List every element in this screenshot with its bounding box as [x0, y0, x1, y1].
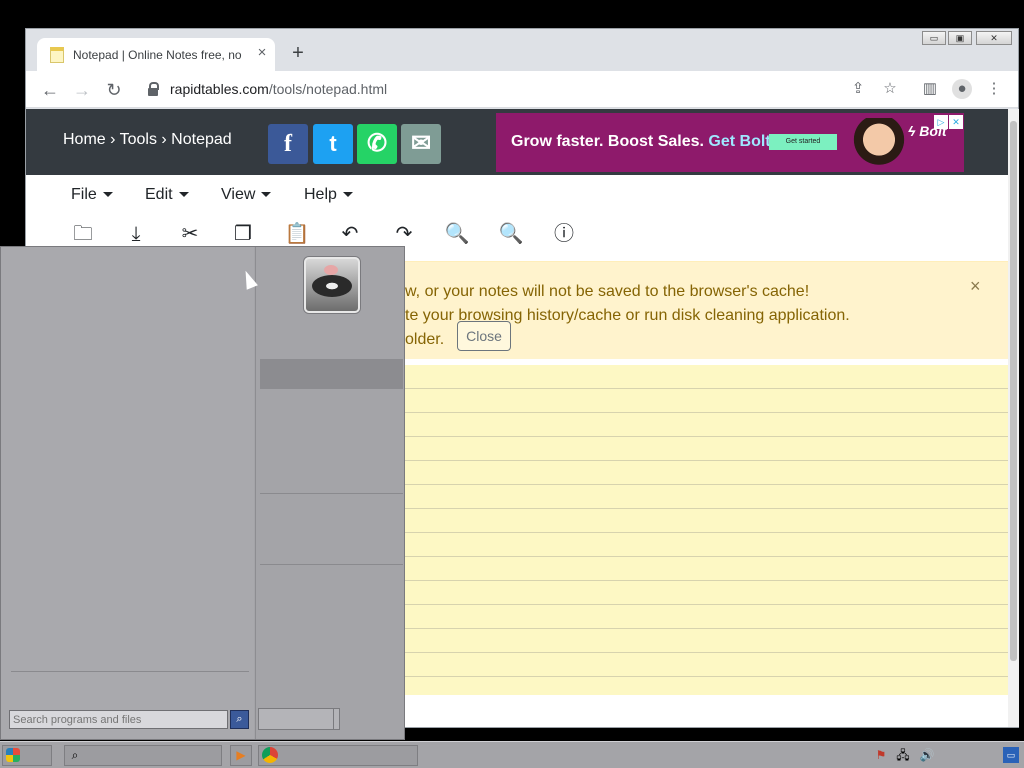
caret-down-icon — [342, 192, 353, 198]
menu-view[interactable]: View — [221, 186, 272, 204]
ad-cta-button[interactable]: Get started — [769, 134, 837, 150]
ad-choices-icon[interactable]: ▷ — [934, 115, 948, 129]
volume-icon[interactable]: 🔊 — [919, 747, 935, 763]
whatsapp-share-icon[interactable]: ✆ — [357, 124, 397, 164]
download-icon[interactable]: ⤓ — [123, 221, 149, 247]
taskbar-search-button[interactable]: ⌕ — [64, 745, 222, 766]
ad-person-image — [853, 118, 905, 172]
alert-line-3: older. — [405, 331, 445, 348]
desktop: Notepad | Online Notes free, no login × … — [0, 0, 1024, 768]
tab-strip: Notepad | Online Notes free, no login × … — [26, 29, 1018, 71]
profile-avatar-icon[interactable]: ● — [952, 79, 972, 99]
alert-dismiss-icon[interactable]: × — [970, 276, 981, 297]
menu-bar: File Edit View Help — [26, 175, 1008, 215]
start-search-box[interactable] — [9, 710, 228, 729]
show-desktop-icon[interactable]: ▭ — [1003, 747, 1019, 763]
windows-logo-icon — [6, 748, 20, 762]
start-search-input[interactable] — [13, 712, 223, 727]
lock-icon — [148, 82, 159, 96]
minimize-button[interactable]: ▭ — [922, 31, 946, 45]
ad-close-icon[interactable]: ✕ — [949, 115, 963, 129]
bookmark-star-icon[interactable]: ☆ — [880, 79, 900, 99]
menu-edit[interactable]: Edit — [145, 186, 189, 204]
start-menu-programs-pane — [1, 247, 254, 739]
back-icon[interactable]: ← — [38, 78, 62, 102]
alert-line-1: w, or your notes will not be saved to th… — [405, 283, 810, 300]
twitter-share-icon[interactable]: t — [313, 124, 353, 164]
notepad-favicon-icon — [50, 47, 64, 63]
zoom-in-icon[interactable]: 🔍 — [498, 221, 524, 247]
media-player-button[interactable]: ▶ — [230, 745, 252, 766]
start-menu-links-pane — [255, 247, 404, 739]
start-menu: ⌕ — [0, 246, 405, 740]
network-icon[interactable]: 🖧 — [895, 747, 911, 763]
forward-icon[interactable]: → — [70, 78, 94, 102]
action-center-flag-icon[interactable]: ⚑ — [873, 747, 889, 763]
scrollbar-thumb[interactable] — [1010, 121, 1017, 661]
alert-close-button[interactable]: Close — [457, 321, 511, 351]
side-panel-icon[interactable]: ▥ — [920, 79, 940, 99]
taskbar: ⌕ ▶ ⚑ 🖧 🔊 ▭ — [0, 741, 1024, 768]
start-menu-item-highlighted[interactable] — [260, 359, 403, 389]
menu-help[interactable]: Help — [304, 186, 353, 204]
breadcrumb[interactable]: Home › Tools › Notepad — [63, 131, 232, 149]
menu-file[interactable]: File — [71, 186, 113, 204]
redo-icon[interactable]: ↷ — [391, 221, 417, 247]
start-menu-separator — [260, 564, 403, 565]
url-text: rapidtables.com/tools/notepad.html — [170, 81, 388, 97]
shutdown-options-arrow[interactable] — [333, 709, 339, 729]
start-menu-separator — [260, 493, 403, 494]
advertisement-banner[interactable]: Grow faster. Boost Sales. Get Bolt. Get … — [496, 113, 964, 172]
new-tab-button[interactable]: + — [288, 43, 308, 63]
caret-down-icon — [261, 192, 272, 198]
share-icon[interactable]: ⇪ — [848, 79, 868, 99]
reload-icon[interactable]: ↻ — [102, 78, 126, 102]
tab-close-icon[interactable]: × — [253, 44, 271, 62]
copy-icon[interactable]: ❐ — [230, 221, 256, 247]
shutdown-button[interactable] — [258, 708, 340, 730]
start-button[interactable] — [2, 745, 52, 766]
page-scrollbar[interactable] — [1008, 109, 1019, 727]
email-share-icon[interactable]: ✉ — [401, 124, 441, 164]
undo-icon[interactable]: ↶ — [337, 221, 363, 247]
chrome-taskbar-button[interactable] — [258, 745, 418, 766]
search-icon[interactable]: ⌕ — [230, 710, 249, 729]
browser-toolbar: ← → ↻ rapidtables.com/tools/notepad.html… — [26, 71, 1018, 108]
caret-down-icon — [102, 192, 113, 198]
maximize-button[interactable]: ▣ — [948, 31, 972, 45]
ad-text: Grow faster. Boost Sales. Get Bolt. — [511, 133, 776, 150]
more-menu-icon[interactable]: ⋮ — [984, 79, 1004, 99]
cut-icon[interactable]: ✂ — [177, 221, 203, 247]
start-menu-separator — [11, 671, 249, 672]
paste-icon[interactable]: 📋 — [284, 221, 310, 247]
chrome-icon — [262, 747, 278, 763]
open-folder-icon[interactable]: 🗀 — [70, 221, 96, 247]
caret-down-icon — [178, 192, 189, 198]
facebook-share-icon[interactable]: f — [268, 124, 308, 164]
address-bar[interactable]: rapidtables.com/tools/notepad.html — [138, 75, 906, 104]
tab-notepad[interactable]: Notepad | Online Notes free, no login × — [37, 38, 275, 71]
tab-title: Notepad | Online Notes free, no login — [73, 48, 245, 62]
search-icon: ⌕ — [71, 748, 79, 762]
media-player-icon: ▶ — [236, 748, 246, 762]
help-icon[interactable]: ⓘ — [551, 221, 577, 247]
user-picture-icon[interactable] — [304, 257, 360, 313]
site-header: Home › Tools › Notepad f t ✆ ✉ Grow fast… — [26, 109, 1008, 175]
system-tray: ⚑ 🖧 🔊 ▭ — [867, 745, 1022, 766]
close-window-button[interactable]: ✕ — [976, 31, 1012, 45]
zoom-out-icon[interactable]: 🔍 — [444, 221, 470, 247]
